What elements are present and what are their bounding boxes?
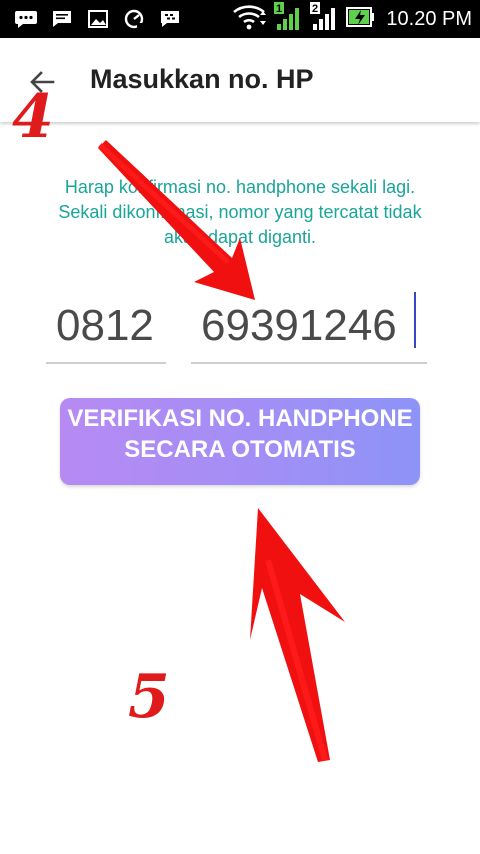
wifi-icon: [232, 3, 268, 36]
signal-1-icon: 1: [274, 1, 304, 37]
speedometer-icon: [122, 8, 146, 30]
image-icon: [86, 8, 110, 30]
svg-text:2: 2: [312, 3, 318, 15]
back-button[interactable]: [22, 62, 62, 102]
bbm-icon: [158, 8, 182, 30]
verify-phone-button-label: VERIFIKASI NO. HANDPHONE SECARA OTOMATIS: [67, 405, 413, 463]
status-bar: 1 2 10.20 PM: [0, 0, 480, 38]
app-bar: Masukkan no. HP: [0, 38, 480, 122]
signal-2-icon: 2: [310, 1, 340, 37]
phone-prefix-field[interactable]: 0812: [46, 290, 166, 364]
status-time: 10.20 PM: [386, 7, 472, 30]
arrow-left-icon: [30, 71, 55, 93]
verify-phone-button[interactable]: VERIFIKASI NO. HANDPHONE SECARA OTOMATIS: [60, 398, 420, 485]
system-icons: 1 2 10.20 PM: [232, 1, 472, 37]
svg-text:1: 1: [276, 3, 282, 15]
confirmation-info-text: Harap konfirmasi no. handphone sekali la…: [58, 177, 422, 247]
chat-bubble-icon: [14, 8, 38, 30]
phone-number-field[interactable]: 69391246: [191, 290, 427, 364]
page-title: Masukkan no. HP: [90, 64, 314, 94]
phone-number-value: 69391246: [201, 301, 397, 350]
step-number-5: 5: [128, 662, 170, 732]
text-cursor: [414, 292, 416, 348]
phone-prefix-value: 0812: [56, 301, 154, 350]
arrow-annotation-5: [250, 508, 345, 762]
battery-charging-icon: [346, 6, 376, 33]
notification-icons: [14, 7, 182, 31]
message-icon: [50, 8, 74, 30]
